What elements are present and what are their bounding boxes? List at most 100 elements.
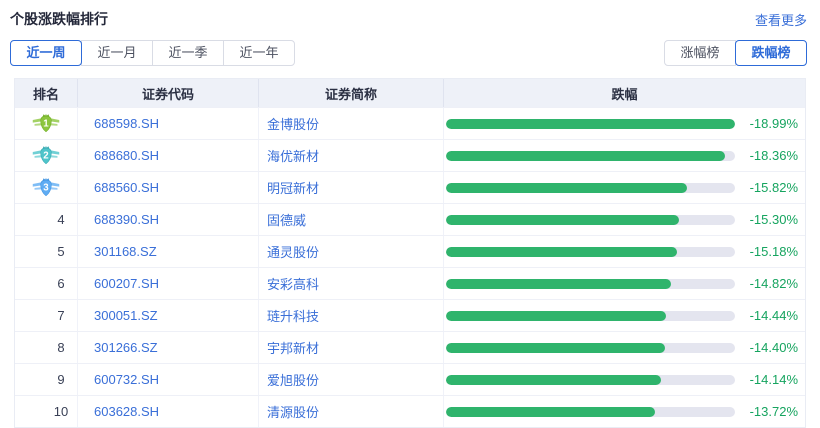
change-bar-track <box>446 215 735 225</box>
change-percent: -18.99% <box>740 116 798 131</box>
stock-code-link[interactable]: 688680.SH <box>94 148 159 163</box>
change-bar-track <box>446 247 735 257</box>
change-bar-track <box>446 375 735 385</box>
tab-last-month[interactable]: 近一月 <box>81 40 153 66</box>
change-percent: -18.36% <box>740 148 798 163</box>
view-more-link[interactable]: 查看更多 <box>755 10 807 29</box>
change-bar-fill <box>446 247 677 257</box>
change-bar-track <box>446 407 735 417</box>
stock-name-link[interactable]: 爱旭股份 <box>267 370 319 389</box>
svg-text:1: 1 <box>43 118 49 129</box>
change-percent: -14.14% <box>740 372 798 387</box>
table-row[interactable]: 5 301168.SZ 通灵股份 -15.18% <box>15 235 805 267</box>
stock-code-link[interactable]: 688390.SH <box>94 212 159 227</box>
table-row[interactable]: 2 688680.SH 海优新材 -18.36% <box>15 139 805 171</box>
stock-code-link[interactable]: 301168.SZ <box>94 244 157 259</box>
stock-name-link[interactable]: 金博股份 <box>267 114 319 133</box>
table-row[interactable]: 10 603628.SH 清源股份 -13.72% <box>15 395 805 427</box>
tab-last-year[interactable]: 近一年 <box>223 40 295 66</box>
change-cell: -15.30% <box>444 204 805 235</box>
rank-cell: 6 <box>15 268 78 299</box>
rank-number: 5 <box>57 244 64 259</box>
change-bar-track <box>446 279 735 289</box>
stock-code-link[interactable]: 600207.SH <box>94 276 159 291</box>
table-row[interactable]: 7 300051.SZ 琏升科技 -14.44% <box>15 299 805 331</box>
rank-cell: 1 <box>15 108 78 139</box>
change-cell: -14.40% <box>444 332 805 363</box>
rank-cell: 3 <box>15 172 78 203</box>
table-body: 1 688598.SH 金博股份 -18.99% 2 688680.SH 海优新… <box>15 107 805 427</box>
change-percent: -14.40% <box>740 340 798 355</box>
rank-number: 7 <box>57 308 64 323</box>
change-bar-track <box>446 183 735 193</box>
rank-number: 4 <box>57 212 64 227</box>
change-cell: -15.18% <box>444 236 805 267</box>
change-bar-track <box>446 343 735 353</box>
rank-medal-icon: 1 <box>31 112 61 136</box>
stock-code-link[interactable]: 688598.SH <box>94 116 159 131</box>
period-tab-group: 近一周近一月近一季近一年 <box>10 40 295 66</box>
rank-medal-icon <box>27 208 57 232</box>
toggle-losers[interactable]: 跌幅榜 <box>735 40 807 66</box>
column-header-name: 证券简称 <box>259 79 444 107</box>
rank-medal-icon <box>27 368 57 392</box>
change-bar-fill <box>446 311 666 321</box>
rank-medal-icon <box>24 400 54 424</box>
rank-cell: 2 <box>15 140 78 171</box>
change-percent: -15.82% <box>740 180 798 195</box>
table-row[interactable]: 4 688390.SH 固德威 -15.30% <box>15 203 805 235</box>
stock-name-link[interactable]: 琏升科技 <box>267 306 319 325</box>
stock-name-link[interactable]: 安彩高科 <box>267 274 319 293</box>
change-percent: -15.30% <box>740 212 798 227</box>
table-row[interactable]: 9 600732.SH 爱旭股份 -14.14% <box>15 363 805 395</box>
panel-header: 个股涨跌幅排行 查看更多 <box>0 0 820 29</box>
rank-medal-icon <box>27 240 57 264</box>
stock-code-link[interactable]: 300051.SZ <box>94 308 158 323</box>
column-header-change: 跌幅 <box>444 79 805 107</box>
tab-last-week[interactable]: 近一周 <box>10 40 82 66</box>
rank-cell: 4 <box>15 204 78 235</box>
rank-medal-icon <box>27 336 57 360</box>
table-row[interactable]: 8 301266.SZ 宇邦新材 -14.40% <box>15 331 805 363</box>
stock-code-link[interactable]: 603628.SH <box>94 404 159 419</box>
rank-medal-icon <box>27 304 57 328</box>
change-bar-track <box>446 119 735 129</box>
stock-name-link[interactable]: 海优新材 <box>267 146 319 165</box>
stock-code-link[interactable]: 600732.SH <box>94 372 159 387</box>
rank-number: 6 <box>57 276 64 291</box>
stock-name-link[interactable]: 通灵股份 <box>267 242 319 261</box>
rank-medal-icon: 2 <box>31 144 61 168</box>
column-header-code: 证券代码 <box>78 79 259 107</box>
change-cell: -14.82% <box>444 268 805 299</box>
stock-code-link[interactable]: 688560.SH <box>94 180 159 195</box>
page-title: 个股涨跌幅排行 <box>10 9 108 29</box>
change-cell: -18.99% <box>444 108 805 139</box>
table-row[interactable]: 3 688560.SH 明冠新材 -15.82% <box>15 171 805 203</box>
rank-cell: 7 <box>15 300 78 331</box>
controls-row: 近一周近一月近一季近一年 涨幅榜跌幅榜 <box>0 40 820 66</box>
change-bar-fill <box>446 183 687 193</box>
change-bar-fill <box>446 407 655 417</box>
rank-cell: 9 <box>15 364 78 395</box>
rank-cell: 8 <box>15 332 78 363</box>
stock-code-link[interactable]: 301266.SZ <box>94 340 158 355</box>
ranking-table: 排名 证券代码 证券简称 跌幅 1 688598.SH 金博股份 -18.99% <box>14 78 806 428</box>
tab-last-quarter[interactable]: 近一季 <box>152 40 224 66</box>
stock-name-link[interactable]: 固德威 <box>267 210 306 229</box>
table-row[interactable]: 1 688598.SH 金博股份 -18.99% <box>15 107 805 139</box>
svg-text:2: 2 <box>43 150 48 161</box>
change-cell: -14.14% <box>444 364 805 395</box>
stock-name-link[interactable]: 宇邦新材 <box>267 338 319 357</box>
column-header-rank: 排名 <box>15 79 78 107</box>
change-bar-fill <box>446 343 665 353</box>
toggle-gainers[interactable]: 涨幅榜 <box>664 40 736 66</box>
stock-name-link[interactable]: 明冠新材 <box>267 178 319 197</box>
change-bar-track <box>446 311 735 321</box>
rank-cell: 10 <box>15 396 78 427</box>
rank-number: 8 <box>57 340 64 355</box>
table-row[interactable]: 6 600207.SH 安彩高科 -14.82% <box>15 267 805 299</box>
stock-ranking-panel: 个股涨跌幅排行 查看更多 近一周近一月近一季近一年 涨幅榜跌幅榜 排名 证券代码… <box>0 0 820 428</box>
stock-name-link[interactable]: 清源股份 <box>267 402 319 421</box>
rank-cell: 5 <box>15 236 78 267</box>
change-percent: -15.18% <box>740 244 798 259</box>
